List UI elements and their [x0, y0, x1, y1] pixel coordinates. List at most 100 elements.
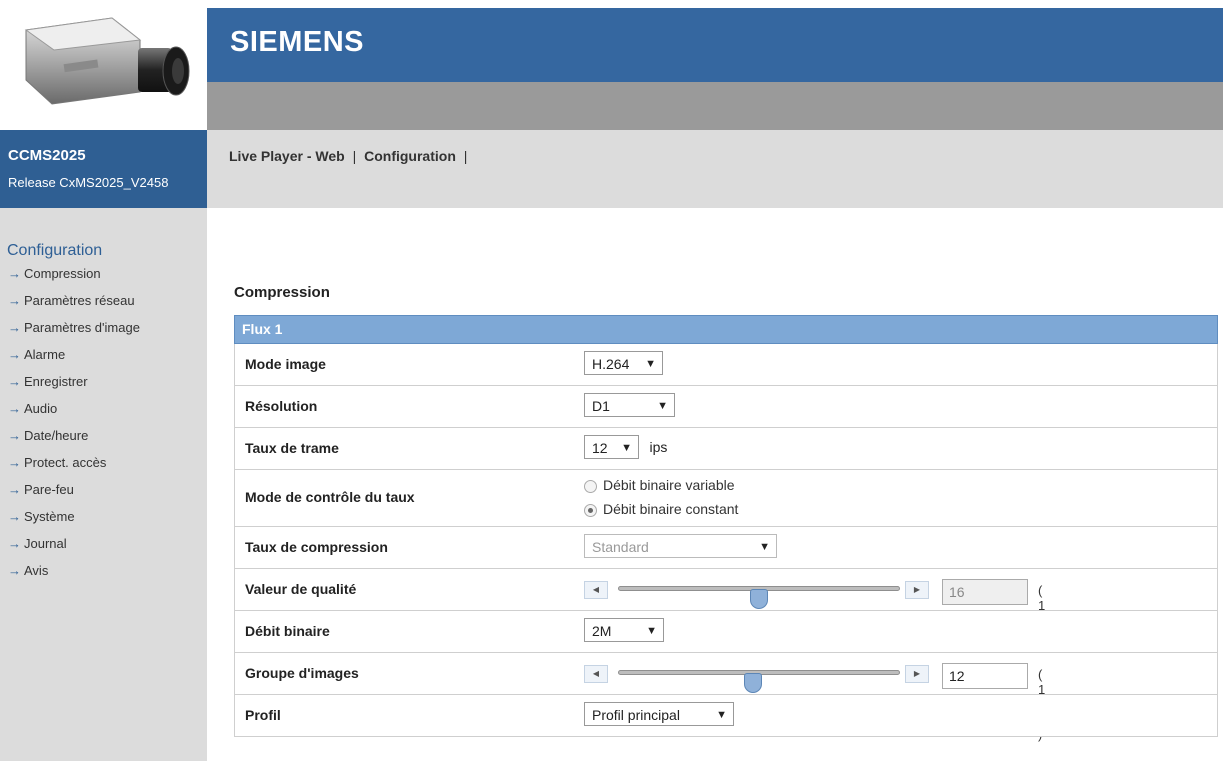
sidebar-item-alarme[interactable]: → Alarme: [8, 347, 140, 374]
arrow-right-icon: →: [8, 293, 21, 308]
field-label: Taux de trame: [245, 440, 339, 456]
camera-icon: [24, 17, 190, 105]
row-mode-controle: Mode de contrôle du taux Débit binaire v…: [234, 470, 1218, 527]
select-value: H.264: [592, 356, 630, 372]
arrow-right-icon: →: [8, 401, 21, 416]
row-taux-trame: Taux de trame 12 ▼ ips: [234, 428, 1218, 470]
nav-separator: |: [352, 148, 357, 164]
sidebar-item-label: Journal: [24, 536, 67, 551]
chevron-down-icon: ▼: [716, 709, 727, 721]
sidebar-item-journal[interactable]: → Journal: [8, 536, 140, 563]
row-mode-image: Mode image H.264 ▼: [234, 344, 1218, 386]
slider-thumb[interactable]: [743, 673, 762, 693]
sidebar-item-label: Date/heure: [24, 428, 89, 443]
field-label: Valeur de qualité: [245, 581, 357, 597]
decrement-button[interactable]: ◀: [584, 581, 608, 599]
sidebar-item-label: Paramètres d'image: [24, 320, 140, 335]
device-info: CCMS2025 Release CxMS2025_V2458: [0, 130, 207, 208]
radio-button[interactable]: [584, 479, 597, 493]
row-profil: Profil Profil principal ▼: [234, 695, 1218, 737]
nav-live-player[interactable]: Live Player - Web: [229, 148, 345, 164]
gop-value-input[interactable]: 12: [942, 663, 1028, 689]
chevron-down-icon: ▼: [645, 358, 656, 370]
header-gray-bar: [207, 82, 1223, 130]
select-value: Standard: [592, 539, 649, 555]
camera-image: [0, 0, 207, 130]
arrow-right-icon: →: [8, 266, 21, 281]
sidebar-item-label: Système: [24, 509, 75, 524]
sidebar-item-label: Avis: [24, 563, 49, 578]
select-value: 12: [592, 440, 608, 456]
arrow-right-icon: →: [8, 320, 21, 335]
row-groupe-images: Groupe d'images ◀ ▶ 12 ( 1 ~ 24 ): [234, 653, 1218, 742]
field-label: Mode image: [245, 356, 326, 372]
brand-logo: SIEMENS: [230, 26, 365, 58]
sidebar-item-label: Protect. accès: [24, 455, 107, 470]
sidebar-item-compression[interactable]: → Compression: [8, 266, 140, 293]
row-resolution: Résolution D1 ▼: [234, 386, 1218, 428]
quality-slider[interactable]: ◀ ▶ 16 ( 1 ~ 31 ): [584, 577, 1052, 658]
device-name: CCMS2025: [8, 147, 86, 164]
chevron-down-icon: ▼: [759, 541, 770, 553]
radio-vbr[interactable]: Débit binaire variable: [584, 473, 738, 497]
chevron-down-icon: ▼: [621, 442, 632, 454]
profile-select[interactable]: Profil principal ▼: [584, 702, 734, 726]
arrow-right-icon: →: [8, 536, 21, 551]
radio-label: Débit binaire constant: [603, 501, 739, 517]
chevron-down-icon: ▼: [646, 625, 657, 637]
page-title: Compression: [234, 284, 330, 301]
sidebar-title[interactable]: Configuration: [7, 242, 102, 260]
arrow-right-icon: →: [8, 347, 21, 362]
nav-separator: |: [463, 148, 468, 164]
sidebar-item-label: Pare-feu: [24, 482, 74, 497]
sidebar-item-audio[interactable]: → Audio: [8, 401, 140, 428]
unit-label: ips: [649, 439, 668, 455]
slider-track[interactable]: [618, 586, 900, 609]
select-value: 2M: [592, 623, 612, 639]
row-valeur-qualite: Valeur de qualité ◀ ▶ 16 ( 1 ~ 31 ): [234, 569, 1218, 658]
sidebar-item-label: Compression: [24, 266, 101, 281]
sidebar-item-protect-acces[interactable]: → Protect. accès: [8, 455, 140, 482]
increment-button[interactable]: ▶: [905, 581, 929, 599]
arrow-right-icon: →: [8, 374, 21, 389]
bitrate-select[interactable]: 2M ▼: [584, 618, 664, 642]
compression-rate-select[interactable]: Standard ▼: [584, 534, 777, 558]
sidebar-item-systeme[interactable]: → Système: [8, 509, 140, 536]
sidebar-item-parametres-image[interactable]: → Paramètres d'image: [8, 320, 140, 347]
mode-image-select[interactable]: H.264 ▼: [584, 351, 663, 375]
device-release: Release CxMS2025_V2458: [8, 175, 169, 190]
arrow-right-icon: →: [8, 428, 21, 443]
select-value: D1: [592, 398, 610, 414]
sidebar-item-parametres-reseau[interactable]: → Paramètres réseau: [8, 293, 140, 320]
quality-value-input[interactable]: 16: [942, 579, 1028, 605]
slider-thumb[interactable]: [750, 589, 768, 609]
arrow-right-icon: →: [8, 509, 21, 524]
main-content: Compression Flux 1 Mode image H.264 ▼ Ré…: [207, 208, 1223, 761]
radio-button-selected[interactable]: [584, 503, 597, 517]
radio-label: Débit binaire variable: [603, 477, 735, 493]
field-label: Débit binaire: [245, 623, 330, 639]
arrow-right-icon: →: [8, 482, 21, 497]
flux-panel: Flux 1 Mode image H.264 ▼ Résolution D1 …: [234, 315, 1218, 742]
sidebar-item-label: Audio: [24, 401, 58, 416]
frame-rate-select[interactable]: 12 ▼: [584, 435, 639, 459]
increment-button[interactable]: ▶: [905, 665, 929, 683]
nav-configuration[interactable]: Configuration: [364, 148, 456, 164]
row-debit-binaire: Débit binaire 2M ▼: [234, 611, 1218, 653]
field-label: Résolution: [245, 398, 318, 414]
slider-track[interactable]: [618, 670, 900, 693]
decrement-button[interactable]: ◀: [584, 665, 608, 683]
sidebar-item-pare-feu[interactable]: → Pare-feu: [8, 482, 140, 509]
sidebar-item-avis[interactable]: → Avis: [8, 563, 140, 590]
panel-title: Flux 1: [234, 315, 1218, 344]
resolution-select[interactable]: D1 ▼: [584, 393, 675, 417]
sidebar-item-enregistrer[interactable]: → Enregistrer: [8, 374, 140, 401]
gop-slider[interactable]: ◀ ▶ 12 ( 1 ~ 24 ): [584, 661, 1052, 742]
select-value: Profil principal: [592, 707, 680, 723]
field-label: Profil: [245, 707, 281, 723]
left-column: CCMS2025 Release CxMS2025_V2458 Configur…: [0, 0, 207, 761]
sidebar-item-date-heure[interactable]: → Date/heure: [8, 428, 140, 455]
radio-cbr[interactable]: Débit binaire constant: [584, 497, 738, 521]
field-label: Taux de compression: [245, 539, 388, 555]
sidebar-item-label: Paramètres réseau: [24, 293, 135, 308]
